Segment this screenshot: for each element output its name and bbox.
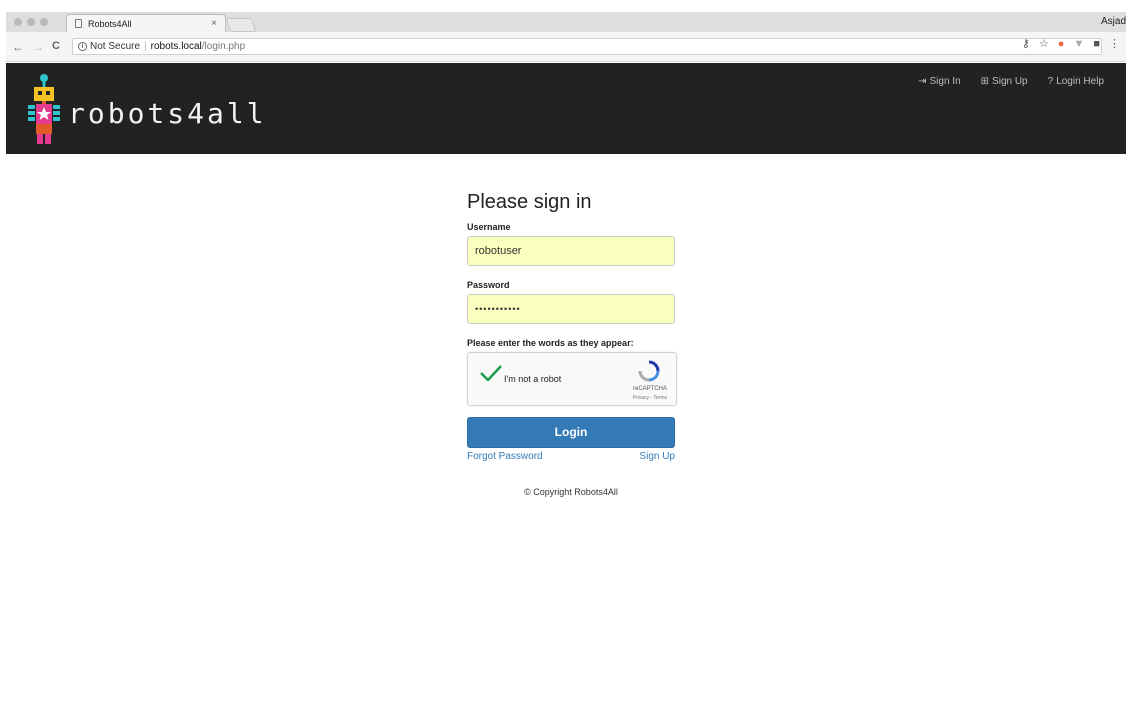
recaptcha-widget: I'm not a robot reCAPTCHA Privacy - Term… <box>467 352 677 406</box>
minimize-window-button[interactable] <box>27 18 35 26</box>
copyright-text: © Copyright Robots4All <box>524 487 618 497</box>
menu-kebab-icon[interactable]: ⋮ <box>1109 37 1120 50</box>
extension-display-icon[interactable]: ■ <box>1093 38 1100 50</box>
profile-name[interactable]: Asjad <box>1101 16 1126 27</box>
nav-sign-up-label: Sign Up <box>992 76 1028 87</box>
login-button[interactable]: Login <box>467 417 675 448</box>
extension-filter-icon[interactable]: ▼ <box>1073 38 1084 50</box>
window-controls <box>14 18 48 26</box>
nav-sign-up-link[interactable]: ⊞ Sign Up <box>981 76 1028 87</box>
maximize-window-button[interactable] <box>40 18 48 26</box>
username-input[interactable]: robotuser <box>467 236 675 266</box>
url-input[interactable]: i Not Secure | robots.local /login.php <box>72 38 1102 55</box>
bookmark-star-icon[interactable]: ☆ <box>1039 37 1049 50</box>
url-host: robots.local <box>150 41 202 52</box>
nav-sign-in-link[interactable]: ⇥ Sign In <box>918 76 961 87</box>
browser-address-bar: ← → C i Not Secure | robots.local /login… <box>6 32 1126 62</box>
browser-tab-bar: Robots4All × Asjad <box>6 12 1126 32</box>
form-links: Forgot Password Sign Up <box>467 451 675 462</box>
forward-icon[interactable]: → <box>32 40 44 54</box>
captcha-checkbox-label: I'm not a robot <box>504 374 562 384</box>
tab-close-icon[interactable]: × <box>211 18 217 29</box>
plus-square-icon: ⊞ <box>980 76 990 87</box>
url-separator: | <box>144 41 147 52</box>
tab-title: Robots4All <box>88 18 132 29</box>
recaptcha-logo-icon <box>638 360 660 382</box>
nav-login-help-label: Login Help <box>1056 76 1104 87</box>
navbar-links: ⇥ Sign In ⊞ Sign Up ? Login Help <box>918 76 1104 87</box>
recaptcha-terms-link[interactable]: Privacy - Terms <box>633 395 667 401</box>
question-circle-icon: ? <box>1047 76 1054 87</box>
recaptcha-brand: reCAPTCHA <box>632 386 667 392</box>
page-icon <box>75 19 82 28</box>
browser-tab[interactable]: Robots4All × <box>66 14 226 32</box>
url-path: /login.php <box>201 41 246 52</box>
nav-login-help-link[interactable]: ? Login Help <box>1048 76 1104 87</box>
password-input[interactable]: ••••••••••• <box>467 294 675 324</box>
sign-up-link[interactable]: Sign Up <box>639 451 675 462</box>
close-window-button[interactable] <box>14 18 22 26</box>
key-icon[interactable]: ⚷ <box>1022 37 1030 50</box>
security-label: Not Secure <box>90 41 141 52</box>
reload-icon[interactable]: C <box>52 40 60 52</box>
captcha-label: Please enter the words as they appear: <box>467 338 634 348</box>
forgot-password-link[interactable]: Forgot Password <box>467 451 543 462</box>
sign-in-icon: ⇥ <box>918 76 927 87</box>
nav-sign-in-label: Sign In <box>929 76 961 87</box>
site-navbar: robots4all ⇥ Sign In ⊞ Sign Up ? Login H… <box>6 63 1126 154</box>
login-form: Please sign in Username robotuser Passwo… <box>467 191 677 497</box>
username-label: Username <box>467 222 511 232</box>
password-label: Password <box>467 280 510 290</box>
brand-logo-text[interactable]: robots4all <box>68 97 267 130</box>
robot-logo-icon[interactable] <box>28 73 60 145</box>
browser-toolbar-icons: ⚷ ☆ ● ▼ ■ ⋮ <box>1022 37 1120 51</box>
info-icon[interactable]: i <box>78 42 87 51</box>
new-tab-button[interactable] <box>225 18 257 32</box>
checkmark-icon[interactable] <box>480 365 502 381</box>
back-icon[interactable]: ← <box>12 40 24 54</box>
extension-icon[interactable]: ● <box>1058 38 1065 50</box>
form-heading: Please sign in <box>467 191 592 213</box>
